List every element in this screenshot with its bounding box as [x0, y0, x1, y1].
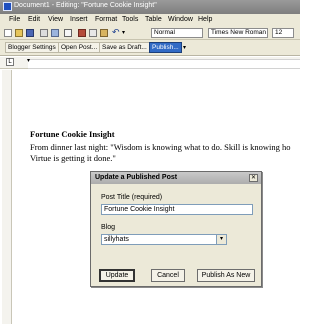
print-icon[interactable]: [40, 29, 48, 37]
post-title-label: Post Title (required): [101, 194, 163, 201]
close-icon[interactable]: ✕: [249, 174, 258, 182]
menu-window[interactable]: Window: [168, 16, 193, 23]
undo-dropdown-icon[interactable]: ▾: [122, 29, 125, 36]
style-select-value: Normal: [154, 29, 175, 36]
update-button[interactable]: Update: [99, 269, 135, 282]
menu-bar: File Edit View Insert Format Tools Table…: [0, 14, 300, 26]
style-select[interactable]: Normal: [151, 28, 203, 38]
blog-select[interactable]: sillyhats ▾: [101, 234, 227, 245]
horizontal-ruler[interactable]: L ▾: [0, 57, 300, 69]
open-post-button[interactable]: Open Post...: [58, 42, 101, 53]
save-as-draft-button[interactable]: Save as Draft...: [99, 42, 150, 53]
dialog-title-text: Update a Published Post: [95, 174, 178, 181]
menu-edit[interactable]: Edit: [28, 16, 40, 23]
blogger-toolbar: Blogger Settings Open Post... Save as Dr…: [0, 40, 300, 56]
new-document-icon[interactable]: [4, 29, 12, 37]
menu-tools[interactable]: Tools: [122, 16, 138, 23]
cut-icon[interactable]: [78, 29, 86, 37]
vertical-ruler: [2, 70, 12, 324]
indent-marker-icon[interactable]: ▾: [27, 57, 30, 64]
copy-icon[interactable]: [89, 29, 97, 37]
menu-table[interactable]: Table: [145, 16, 162, 23]
document-heading: Fortune Cookie Insight: [30, 129, 115, 139]
print-preview-icon[interactable]: [51, 29, 59, 37]
save-icon[interactable]: [26, 29, 34, 37]
ruler-scale: [28, 59, 300, 69]
open-folder-icon[interactable]: [15, 29, 23, 37]
word-app-icon: [3, 2, 12, 11]
menu-format[interactable]: Format: [95, 16, 117, 23]
cancel-button[interactable]: Cancel: [151, 269, 185, 282]
tab-selector-icon[interactable]: L: [6, 58, 14, 66]
post-title-value: Fortune Cookie Insight: [104, 206, 175, 213]
undo-icon[interactable]: ↶: [112, 27, 120, 38]
dialog-title: Update a Published Post: [91, 172, 261, 184]
title-bar: Document1 - Editing: "Fortune Cookie Ins…: [0, 0, 300, 14]
toolbar-options-icon[interactable]: ▾: [183, 44, 186, 51]
blog-select-value: sillyhats: [104, 236, 129, 243]
font-select[interactable]: Times New Roman: [208, 28, 268, 38]
update-post-dialog: Update a Published Post ✕ Post Title (re…: [90, 171, 262, 287]
font-size-select[interactable]: 12: [272, 28, 294, 38]
window-title: Document1 - Editing: "Fortune Cookie Ins…: [14, 2, 157, 9]
menu-view[interactable]: View: [48, 16, 63, 23]
formatting-toolbar: ↶ ▾ Normal Times New Roman 12: [0, 26, 300, 40]
publish-as-new-button[interactable]: Publish As New: [197, 269, 255, 282]
document-line-2: Virtue is getting it done.": [30, 153, 116, 163]
menu-file[interactable]: File: [9, 16, 20, 23]
spelling-icon[interactable]: [64, 29, 72, 37]
font-size-value: 12: [275, 29, 283, 36]
menu-insert[interactable]: Insert: [70, 16, 88, 23]
menu-help[interactable]: Help: [198, 16, 212, 23]
chevron-down-icon[interactable]: ▾: [216, 235, 226, 244]
blog-label: Blog: [101, 224, 116, 231]
document-line-1: From dinner last night: "Wisdom is knowi…: [30, 142, 291, 152]
font-select-value: Times New Roman: [211, 29, 267, 36]
post-title-field[interactable]: Fortune Cookie Insight: [101, 204, 253, 215]
blogger-settings-button[interactable]: Blogger Settings: [5, 42, 59, 53]
paste-icon[interactable]: [100, 29, 108, 37]
publish-button[interactable]: Publish...: [149, 42, 182, 53]
